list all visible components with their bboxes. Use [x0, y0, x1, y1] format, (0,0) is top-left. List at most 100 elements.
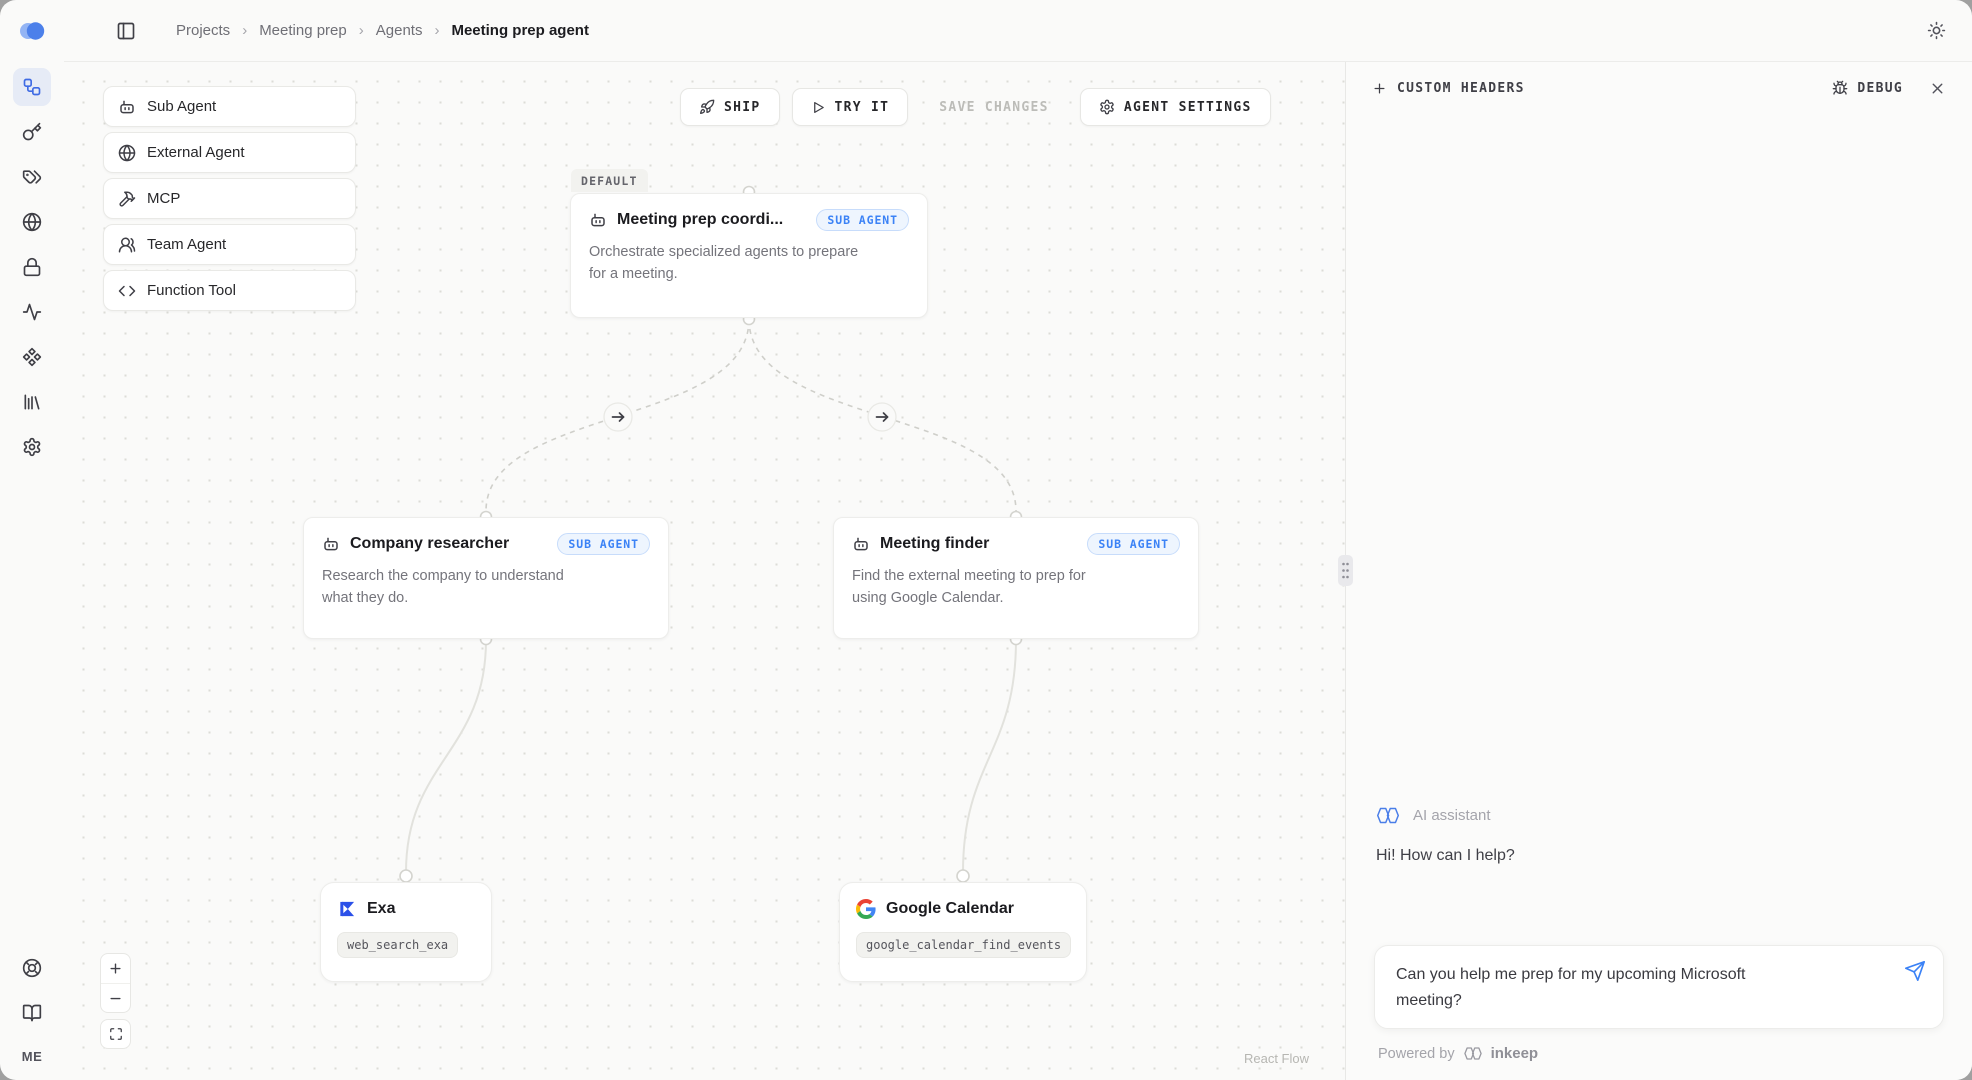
chat-input-value[interactable]: Can you help me prep for my upcoming Mic… — [1396, 962, 1788, 1013]
sidebar-item-credentials[interactable] — [13, 248, 51, 286]
custom-headers-label: CUSTOM HEADERS — [1397, 81, 1525, 96]
sidebar-item-keys[interactable] — [13, 113, 51, 151]
zoom-controls — [100, 953, 131, 1013]
bot-icon — [118, 98, 136, 116]
sidebar-item-graph[interactable] — [13, 68, 51, 106]
palette-item-label: Sub Agent — [147, 98, 216, 115]
node-title: Meeting prep coordi... — [617, 211, 783, 229]
book-open-icon — [22, 1003, 42, 1023]
palette-item-label: MCP — [147, 190, 180, 207]
key-icon — [22, 122, 42, 142]
palette-item-team-agent[interactable]: Team Agent — [103, 224, 356, 265]
bot-icon — [852, 535, 870, 553]
bot-icon — [322, 535, 340, 553]
panel-left-icon[interactable] — [116, 21, 136, 41]
palette-item-function-tool[interactable]: Function Tool — [103, 270, 356, 311]
edge-researcher-exa — [406, 640, 486, 872]
sidebar-item-components[interactable] — [13, 338, 51, 376]
panel-header: CUSTOM HEADERS DEBUG — [1346, 62, 1972, 114]
node-description: Find the external meeting to prep for us… — [852, 566, 1124, 610]
node-description: Research the company to understand what … — [322, 566, 594, 610]
handle-exa-top[interactable] — [400, 870, 412, 882]
maximize-icon — [109, 1027, 123, 1041]
breadcrumb-meeting-prep[interactable]: Meeting prep — [259, 22, 347, 39]
node-title: Meeting finder — [880, 535, 989, 553]
node-meeting-prep-coordinator[interactable]: DEFAULT Meeting prep coordi... SUB AGENT… — [570, 193, 928, 318]
agent-builder-app: ME Projects › Meeting prep › Agents › Me… — [0, 0, 1972, 1080]
library-icon — [22, 392, 42, 412]
chat-area: AI assistant Hi! How can I help? Can you… — [1346, 114, 1972, 1080]
send-icon[interactable] — [1904, 960, 1926, 982]
palette-item-external-agent[interactable]: External Agent — [103, 132, 356, 173]
tags-icon — [22, 167, 42, 187]
sidebar-item-tags[interactable] — [13, 158, 51, 196]
palette-item-mcp[interactable]: MCP — [103, 178, 356, 219]
zoom-out-button[interactable] — [101, 983, 130, 1012]
palette-item-label: Team Agent — [147, 236, 226, 253]
google-logo — [856, 899, 876, 919]
node-title: Company researcher — [350, 535, 509, 553]
breadcrumb-separator: › — [434, 22, 439, 39]
tool-chip: google_calendar_find_events — [856, 932, 1071, 958]
edge-arrow-badge[interactable] — [868, 403, 896, 431]
sub-agent-badge: SUB AGENT — [816, 209, 909, 231]
handle-gcal-top[interactable] — [957, 870, 969, 882]
custom-headers-button[interactable]: CUSTOM HEADERS — [1372, 81, 1525, 96]
breadcrumb-separator: › — [242, 22, 247, 39]
save-changes-button[interactable]: SAVE CHANGES — [920, 88, 1068, 126]
node-exa-tool[interactable]: Exa web_search_exa — [320, 882, 492, 982]
zoom-in-button[interactable] — [101, 954, 130, 983]
node-title: Google Calendar — [886, 900, 1014, 918]
inkeep-logo[interactable] — [17, 20, 47, 42]
breadcrumb-projects[interactable]: Projects — [176, 22, 230, 39]
edge-arrow-badge[interactable] — [604, 403, 632, 431]
sidebar-item-settings[interactable] — [13, 428, 51, 466]
palette-item-label: Function Tool — [147, 282, 236, 299]
ship-button[interactable]: SHIP — [680, 88, 780, 126]
inkeep-mark-icon — [1462, 1046, 1484, 1061]
breadcrumb-separator: › — [359, 22, 364, 39]
node-meeting-finder[interactable]: Meeting finder SUB AGENT Find the extern… — [833, 517, 1199, 639]
assistant-greeting: Hi! How can I help? — [1376, 847, 1944, 865]
canvas-toolbar: SHIP TRY IT SAVE CHANGES AGENT SETTINGS — [680, 88, 1271, 126]
exa-logo — [337, 899, 357, 919]
sidebar-item-library[interactable] — [13, 383, 51, 421]
palette-item-sub-agent[interactable]: Sub Agent — [103, 86, 356, 127]
assistant-header: AI assistant — [1374, 806, 1944, 825]
globe-icon — [118, 144, 136, 162]
sidebar-item-docs[interactable] — [13, 994, 51, 1032]
fit-view-button[interactable] — [100, 1019, 131, 1049]
assistant-label: AI assistant — [1413, 807, 1491, 824]
sidebar-item-activity[interactable] — [13, 293, 51, 331]
sidebar-item-help[interactable] — [13, 949, 51, 987]
globe-icon — [22, 212, 42, 232]
node-google-calendar-tool[interactable]: Google Calendar google_calendar_find_eve… — [839, 882, 1087, 982]
node-company-researcher[interactable]: Company researcher SUB AGENT Research th… — [303, 517, 669, 639]
agent-settings-button[interactable]: AGENT SETTINGS — [1080, 88, 1271, 126]
close-icon[interactable] — [1929, 80, 1946, 97]
panel-resize-handle[interactable] — [1338, 555, 1353, 586]
breadcrumb-agents[interactable]: Agents — [376, 22, 423, 39]
react-flow-attribution[interactable]: React Flow — [1244, 1051, 1309, 1066]
sun-icon[interactable] — [1927, 21, 1946, 40]
debug-button[interactable]: DEBUG — [1832, 80, 1903, 96]
code-icon — [118, 282, 136, 300]
default-tag: DEFAULT — [571, 169, 648, 192]
plus-icon — [1372, 81, 1387, 96]
flow-canvas[interactable]: Sub Agent External Agent MCP Team Agent … — [64, 62, 1345, 1080]
users-icon — [118, 236, 136, 254]
tool-chip: web_search_exa — [337, 932, 458, 958]
user-avatar[interactable]: ME — [22, 1049, 43, 1064]
agent-settings-button-label: AGENT SETTINGS — [1124, 100, 1252, 115]
powered-by-row[interactable]: Powered by inkeep — [1374, 1045, 1944, 1062]
try-it-button[interactable]: TRY IT — [792, 88, 909, 126]
edge-finder-gcal — [963, 640, 1016, 872]
activity-icon — [22, 302, 42, 322]
debug-label: DEBUG — [1857, 81, 1903, 96]
top-bar: Projects › Meeting prep › Agents › Meeti… — [64, 0, 1972, 62]
icon-rail: ME — [0, 0, 64, 1080]
gear-icon — [1099, 99, 1115, 115]
chat-input[interactable]: Can you help me prep for my upcoming Mic… — [1374, 945, 1944, 1029]
breadcrumb-current-page: Meeting prep agent — [451, 22, 589, 39]
sidebar-item-external[interactable] — [13, 203, 51, 241]
